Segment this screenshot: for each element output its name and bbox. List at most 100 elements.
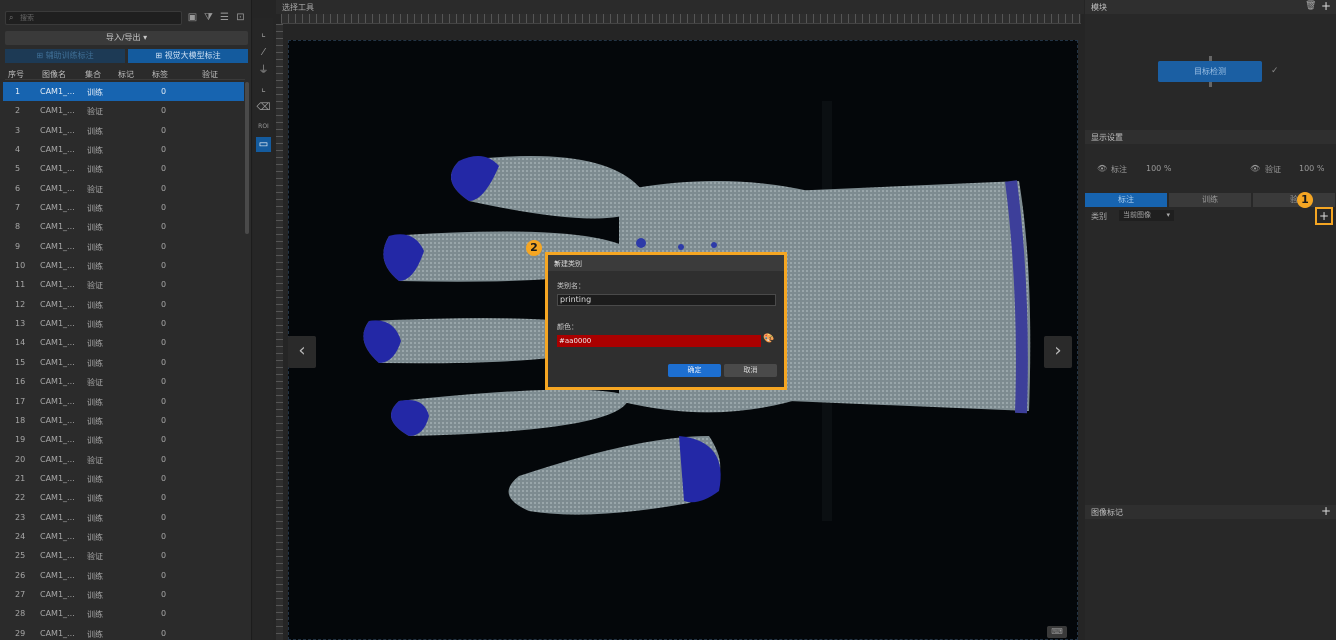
row-index: 21 (15, 473, 26, 483)
col-marker[interactable]: 标记 (118, 69, 134, 80)
category-scope-select[interactable]: 当前图像 ▾ (1119, 210, 1174, 221)
table-row[interactable]: 28 CAM1_... 训练 0 (3, 604, 244, 623)
table-row[interactable]: 2 CAM1_... 验证 0 (3, 101, 244, 120)
trash-icon[interactable]: 🗑 (1305, 1, 1316, 11)
table-row[interactable]: 3 CAM1_... 训练 0 (3, 121, 244, 140)
filter-icon[interactable]: ⧩ (202, 11, 215, 24)
table-row[interactable]: 24 CAM1_... 训练 0 (3, 527, 244, 546)
table-row[interactable]: 4 CAM1_... 训练 0 (3, 140, 244, 159)
row-image-name: CAM1_... (40, 589, 75, 599)
row-image-name: CAM1_... (40, 222, 75, 232)
table-row[interactable]: 7 CAM1_... 训练 0 (3, 198, 244, 217)
cancel-button[interactable]: 取消 (724, 364, 777, 377)
table-row[interactable]: 13 CAM1_... 训练 0 (3, 314, 244, 333)
row-index: 9 (15, 241, 21, 251)
eraser-icon[interactable]: ⌫ (256, 100, 271, 115)
add-category-button[interactable]: + (1315, 207, 1333, 225)
next-image-button[interactable]: › (1044, 336, 1072, 368)
row-set: 训练 (87, 126, 103, 136)
module-title: 模块 (1091, 3, 1107, 12)
table-row[interactable]: 16 CAM1_... 验证 0 (3, 372, 244, 391)
col-image-name[interactable]: 图像名 (42, 69, 66, 80)
row-set: 训练 (87, 416, 103, 426)
tab-training[interactable]: 训练 (1169, 193, 1251, 207)
row-image-name: CAM1_... (40, 125, 75, 135)
table-row[interactable]: 18 CAM1_... 训练 0 (3, 411, 244, 430)
table-row[interactable]: 5 CAM1_... 训练 0 (3, 159, 244, 178)
row-index: 18 (15, 415, 26, 425)
table-row[interactable]: 21 CAM1_... 训练 0 (3, 469, 244, 488)
col-label[interactable]: 标签 (152, 69, 168, 80)
table-row[interactable]: 12 CAM1_... 训练 0 (3, 295, 244, 314)
add-module-icon[interactable]: + (1321, 0, 1331, 13)
row-label-count: 0 (161, 473, 167, 483)
ai-annotation-button[interactable]: ⊞ 视觉大模型标注 (128, 49, 248, 63)
table-row[interactable]: 15 CAM1_... 训练 0 (3, 353, 244, 372)
display-settings-header: 显示设置 (1085, 130, 1336, 144)
col-validation[interactable]: 验证 (202, 69, 218, 80)
keyboard-icon[interactable]: ⌨ (1047, 626, 1067, 638)
annotation-opacity[interactable]: 100 % (1146, 164, 1171, 173)
magic-wand-icon[interactable]: ⁄ (256, 45, 271, 60)
image-icon[interactable]: ▣ (186, 11, 199, 24)
row-label-count: 0 (161, 512, 167, 522)
row-label-count: 0 (161, 241, 167, 251)
table-row[interactable]: 17 CAM1_... 训练 0 (3, 392, 244, 411)
previous-image-button[interactable]: ‹ (288, 336, 316, 368)
eye-icon[interactable]: 👁 (1097, 164, 1107, 173)
table-row[interactable]: 26 CAM1_... 训练 0 (3, 566, 244, 585)
row-index: 7 (15, 203, 21, 213)
display-settings-title: 显示设置 (1091, 133, 1123, 142)
col-index[interactable]: 序号 (8, 69, 24, 80)
color-field[interactable]: #aa0000 (557, 335, 761, 347)
close-icon[interactable]: × (554, 259, 776, 267)
row-set: 训练 (87, 629, 103, 639)
select-tool-icon[interactable]: ⌞ (256, 26, 271, 41)
stamp-icon[interactable]: ⏚ (256, 63, 271, 78)
table-row[interactable]: 1 CAM1_... 训练 0 (3, 82, 244, 102)
add-tag-icon[interactable]: + (1321, 504, 1331, 518)
step-marker-1: 1 (1297, 192, 1313, 208)
table-row[interactable]: 8 CAM1_... 训练 0 (3, 217, 244, 236)
polygon-icon[interactable]: ⌞ (256, 81, 271, 96)
canvas-header: 选择工具 (276, 0, 1084, 14)
search-placeholder: 搜索 (20, 14, 34, 22)
palette-icon[interactable]: 🎨 (763, 334, 774, 344)
table-row[interactable]: 20 CAM1_... 验证 0 (3, 450, 244, 469)
row-index: 16 (15, 377, 26, 387)
import-export-button[interactable]: 导入/导出 ▾ (5, 31, 248, 45)
row-index: 28 (15, 609, 26, 619)
roi-tool[interactable]: ROI (256, 119, 271, 134)
col-set[interactable]: 集合 (85, 69, 101, 80)
rectangle-select-icon[interactable]: ▭ (256, 137, 271, 152)
search-input[interactable]: ⌕ 搜索 (5, 11, 182, 25)
table-row[interactable]: 25 CAM1_... 验证 0 (3, 546, 244, 565)
tab-annotation[interactable]: 标注 (1085, 193, 1167, 207)
training-annotation-button[interactable]: ⊞ 辅助训练标注 (5, 49, 125, 63)
table-row[interactable]: 11 CAM1_... 验证 0 (3, 275, 244, 294)
row-set: 训练 (87, 513, 103, 523)
table-row[interactable]: 19 CAM1_... 训练 0 (3, 430, 244, 449)
table-row[interactable]: 27 CAM1_... 训练 0 (3, 585, 244, 604)
row-label-count: 0 (161, 319, 167, 329)
table-row[interactable]: 29 CAM1_... 训练 0 (3, 624, 244, 640)
row-image-name: CAM1_... (40, 106, 75, 116)
table-row[interactable]: 22 CAM1_... 训练 0 (3, 488, 244, 507)
table-row[interactable]: 14 CAM1_... 训练 0 (3, 333, 244, 352)
confirm-button[interactable]: 确定 (668, 364, 721, 377)
list-icon[interactable]: ☰ (218, 11, 231, 24)
settings-icon[interactable]: ⊡ (234, 11, 247, 24)
row-index: 24 (15, 531, 26, 541)
table-row[interactable]: 23 CAM1_... 训练 0 (3, 508, 244, 527)
dialog-titlebar: 新建类别 × (548, 255, 784, 271)
table-row[interactable]: 9 CAM1_... 训练 0 (3, 237, 244, 256)
category-name-input[interactable]: printing (557, 294, 776, 306)
validation-opacity[interactable]: 100 % (1299, 164, 1324, 173)
tab-validation[interactable]: 验 (1253, 193, 1335, 207)
eye-icon[interactable]: 👁 (1250, 164, 1260, 173)
row-label-count: 0 (161, 87, 167, 96)
table-row[interactable]: 10 CAM1_... 训练 0 (3, 256, 244, 275)
scrollbar[interactable] (245, 82, 249, 234)
table-row[interactable]: 6 CAM1_... 验证 0 (3, 179, 244, 198)
object-detection-module[interactable]: 目标检测 (1158, 61, 1262, 82)
